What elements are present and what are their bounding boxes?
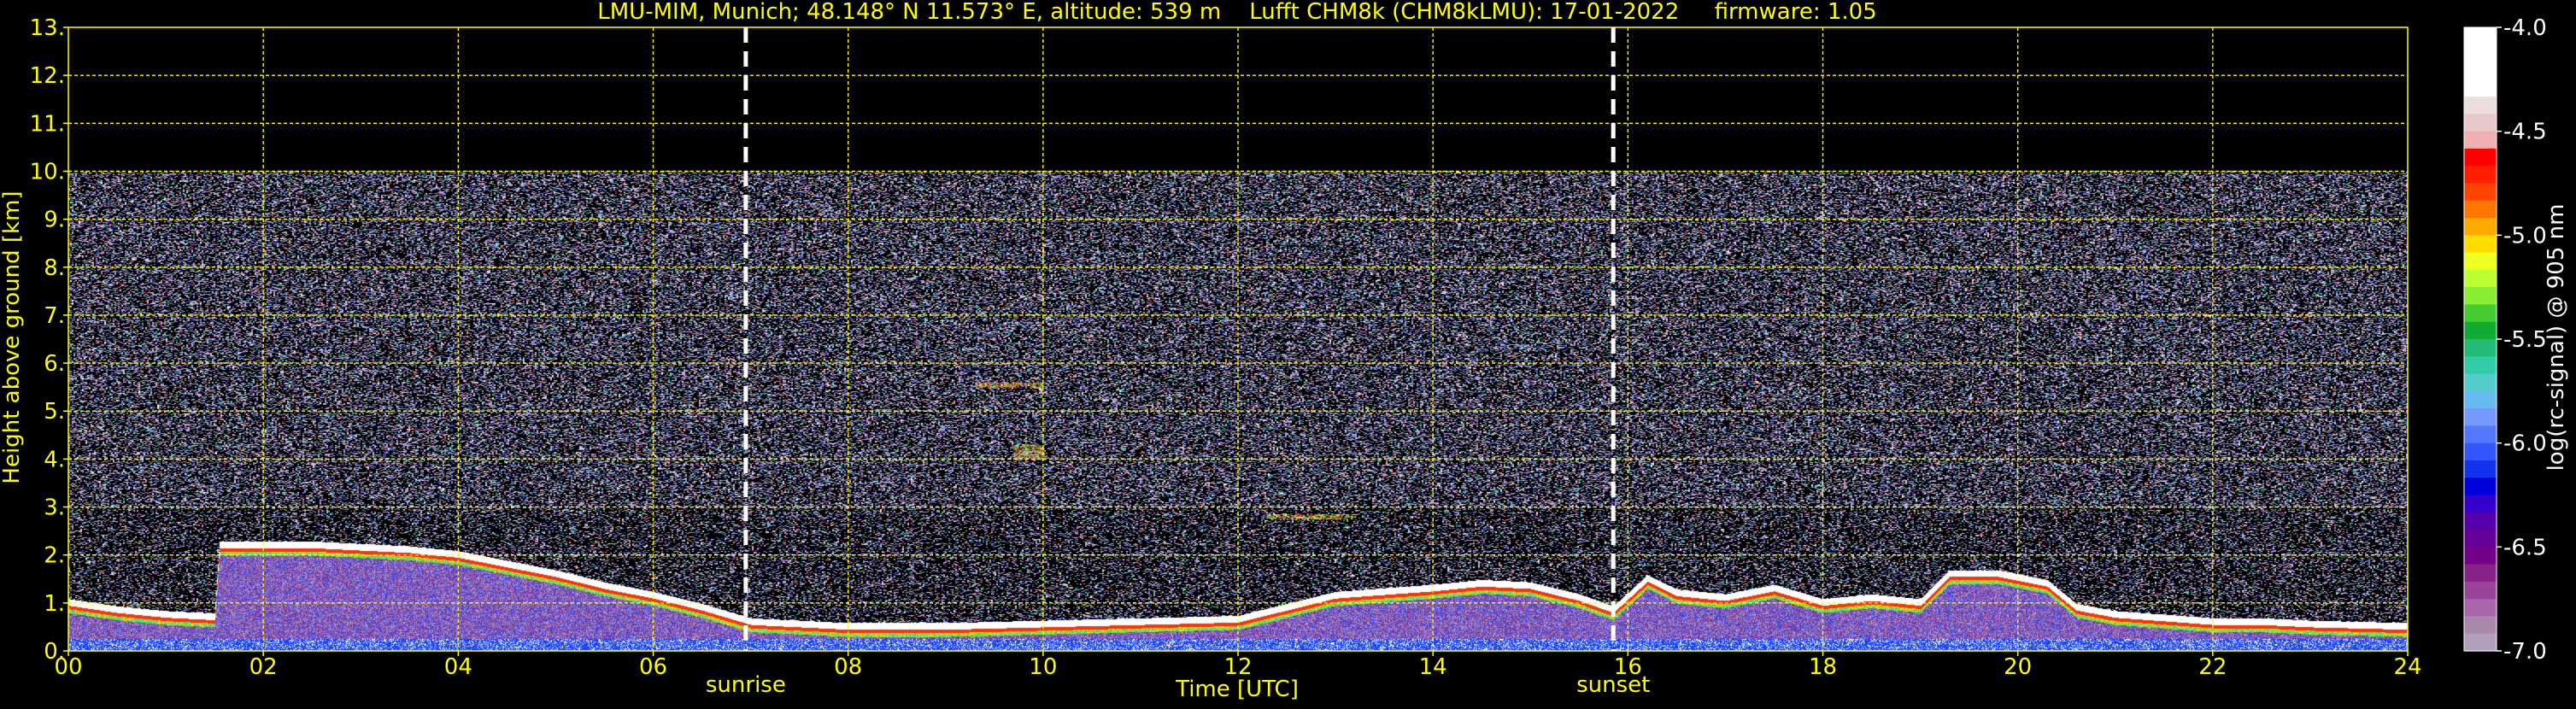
colorbar-tick-label: -4.0 bbox=[2503, 15, 2547, 41]
x-tick-label: 06 bbox=[639, 654, 667, 680]
x-tick-label: 10 bbox=[1029, 654, 1057, 680]
colorbar-segment bbox=[2464, 218, 2497, 236]
y-tick-label: 2. bbox=[44, 543, 65, 569]
y-tick-label: 7. bbox=[44, 303, 65, 329]
y-tick-label: 3. bbox=[44, 495, 65, 521]
colorbar-segment bbox=[2464, 287, 2497, 306]
x-tick-label: 20 bbox=[2004, 654, 2032, 680]
colorbar-segment bbox=[2464, 460, 2497, 478]
colorbar-segment bbox=[2464, 408, 2497, 426]
colorbar-segment bbox=[2464, 131, 2497, 149]
y-tick-label: 0. bbox=[44, 639, 65, 665]
colorbar-segment bbox=[2464, 321, 2497, 340]
colorbar-segment bbox=[2464, 599, 2497, 618]
x-tick-label: 18 bbox=[1809, 654, 1837, 680]
y-tick-label: 8. bbox=[44, 255, 65, 281]
colorbar-tick-label: -5.5 bbox=[2503, 327, 2547, 353]
chart-title: LMU-MIM, Munich; 48.148° N 11.573° E, al… bbox=[597, 0, 1876, 25]
colorbar-segment bbox=[2464, 356, 2497, 375]
x-tick-label: 08 bbox=[834, 654, 862, 680]
colorbar-segment bbox=[2464, 252, 2497, 271]
colorbar-segment bbox=[2464, 114, 2497, 132]
colorbar-segment bbox=[2464, 495, 2497, 513]
colorbar-segment bbox=[2464, 269, 2497, 288]
colorbar-segment bbox=[2464, 183, 2497, 202]
y-tick-label: 10. bbox=[30, 159, 65, 185]
colorbar-segment bbox=[2464, 148, 2497, 167]
colorbar-segment bbox=[2464, 27, 2497, 45]
colorbar-segment bbox=[2464, 373, 2497, 392]
colorbar-segment bbox=[2464, 97, 2497, 114]
colorbar-segment bbox=[2464, 390, 2497, 409]
colorbar-segment bbox=[2464, 425, 2497, 444]
colorbar-segment bbox=[2464, 547, 2497, 565]
chart-svg: sunrise sunset 00 02 04 06 08 10 12 14 16 18 20 22 24… bbox=[0, 0, 2576, 706]
colorbar-segment bbox=[2464, 200, 2497, 219]
colorbar-label: log(rc-signal) @ 905 nm bbox=[2544, 204, 2569, 472]
colorbar-segment bbox=[2464, 44, 2497, 63]
y-tick-label: 5. bbox=[44, 399, 65, 425]
colorbar-segment bbox=[2464, 512, 2497, 530]
colorbar-segment bbox=[2464, 616, 2497, 635]
colorbar-tick-label: -7.0 bbox=[2503, 639, 2547, 665]
y-axis-label: Height above ground [km] bbox=[0, 190, 25, 483]
colorbar-segment bbox=[2464, 304, 2497, 323]
colorbar-tick-label: -4.5 bbox=[2503, 120, 2547, 145]
colorbar-tick-label: -6.5 bbox=[2503, 535, 2547, 560]
x-tick-label: 02 bbox=[249, 654, 278, 680]
colorbar-segment bbox=[2464, 62, 2497, 80]
y-tick-label: 4. bbox=[44, 447, 65, 472]
x-tick-label: 16 bbox=[1614, 654, 1642, 680]
colorbar-segment bbox=[2464, 79, 2497, 97]
x-tick-label: 24 bbox=[2393, 654, 2421, 680]
colorbar-segment bbox=[2464, 235, 2497, 254]
event-label-sunrise: sunrise bbox=[706, 672, 786, 698]
ceilometer-chart: sunrise sunset 00 02 04 06 08 10 12 14 16 18 20 22 24… bbox=[0, 0, 2576, 706]
y-tick-label: 11. bbox=[30, 111, 65, 137]
colorbar-segment bbox=[2464, 166, 2497, 185]
colorbar-segment bbox=[2464, 339, 2497, 357]
y-tick-label: 12. bbox=[30, 63, 65, 89]
colorbar-segment bbox=[2464, 478, 2497, 496]
colorbar-segment bbox=[2464, 633, 2497, 652]
y-tick-label: 1. bbox=[44, 591, 65, 617]
colorbar-tick-label: -5.0 bbox=[2503, 223, 2547, 249]
x-axis-label: Time [UTC] bbox=[1175, 677, 1299, 702]
x-tick-label: 22 bbox=[2198, 654, 2227, 680]
colorbar-tick-label: -6.0 bbox=[2503, 431, 2547, 457]
x-tick-label: 04 bbox=[444, 654, 472, 680]
y-tick-label: 9. bbox=[44, 208, 65, 233]
colorbar-segment bbox=[2464, 581, 2497, 600]
colorbar-segment bbox=[2464, 564, 2497, 583]
colorbar-segment bbox=[2464, 530, 2497, 548]
colorbar-segment bbox=[2464, 442, 2497, 461]
x-tick-label: 14 bbox=[1419, 654, 1447, 680]
y-tick-label: 6. bbox=[44, 351, 65, 377]
y-tick-label: 13. bbox=[30, 15, 65, 41]
